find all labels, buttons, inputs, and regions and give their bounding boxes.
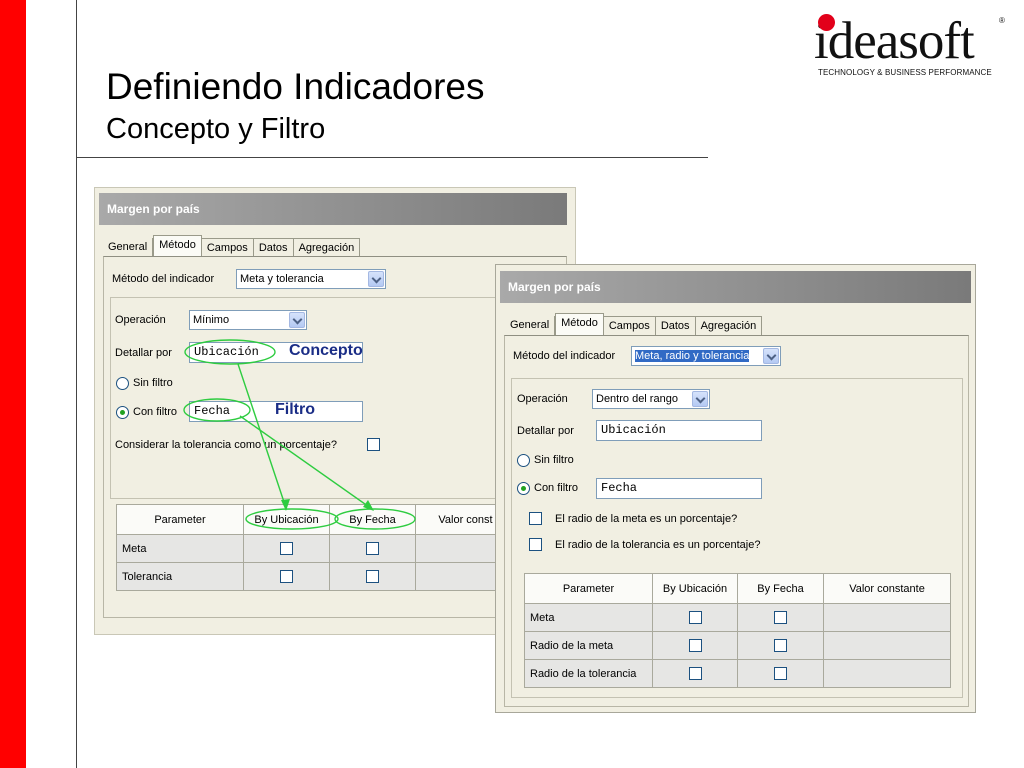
tab-datos[interactable]: Datos xyxy=(655,316,696,335)
no-filter-radio[interactable] xyxy=(517,454,530,467)
by-fecha-checkbox[interactable] xyxy=(774,639,787,652)
dialog-panel-2: Margen por país General Método Campos Da… xyxy=(495,264,976,713)
highlight-fecha-input xyxy=(183,398,251,422)
tolerance-radius-pct-checkbox[interactable] xyxy=(529,538,542,551)
by-ubicacion-checkbox[interactable] xyxy=(688,639,702,652)
method-select-value: Meta, radio y tolerancia xyxy=(635,350,750,362)
detail-label: Detallar por xyxy=(517,425,574,437)
chevron-down-icon[interactable] xyxy=(763,348,779,364)
operation-label: Operación xyxy=(517,393,568,405)
method-options-group: Operación Dentro del rango Detallar por … xyxy=(511,378,963,698)
by-ubicacion-checkbox[interactable] xyxy=(688,667,702,680)
valor-cell[interactable] xyxy=(823,603,951,632)
highlight-ubicacion-input xyxy=(184,339,276,365)
table-row: Radio de la tolerancia xyxy=(524,659,951,688)
col-header-by-fecha: By Fecha xyxy=(737,573,824,604)
valor-cell[interactable] xyxy=(823,631,951,660)
arrow-filter-to-header xyxy=(239,415,373,510)
with-filter-radio[interactable] xyxy=(517,482,530,495)
table-row: Radio de la meta xyxy=(524,631,951,660)
col-header-valor-constante: Valor constante xyxy=(823,573,951,604)
filter-input[interactable]: Fecha xyxy=(596,478,762,499)
col-header-by-ubicacion: By Ubicación xyxy=(652,573,738,604)
chevron-down-icon[interactable] xyxy=(692,391,708,407)
goal-radius-pct-checkbox[interactable] xyxy=(529,512,542,525)
tab-content: Método del indicador Meta, radio y toler… xyxy=(504,335,969,707)
operation-select[interactable]: Dentro del rango xyxy=(592,389,710,409)
valor-cell[interactable] xyxy=(823,659,951,688)
tab-metodo[interactable]: Método xyxy=(555,313,604,335)
tolerance-radius-pct-label: El radio de la tolerancia es un porcenta… xyxy=(555,539,761,551)
tab-strip: General Método Campos Datos Agregación xyxy=(505,313,763,335)
row-name: Meta xyxy=(524,603,653,632)
with-filter-label: Con filtro xyxy=(534,482,579,494)
row-name: Radio de la meta xyxy=(524,631,653,660)
operation-select-value: Dentro del rango xyxy=(596,393,678,405)
row-name: Radio de la tolerancia xyxy=(524,659,653,688)
parameter-table: Parameter By Ubicación By Fecha Valor co… xyxy=(524,573,951,688)
arrow-concept-to-header xyxy=(237,363,287,509)
highlight-by-fecha-header xyxy=(334,508,416,530)
tab-agregacion[interactable]: Agregación xyxy=(695,316,763,335)
no-filter-label: Sin filtro xyxy=(534,454,574,466)
goal-radius-pct-label: El radio de la meta es un porcentaje? xyxy=(555,513,738,525)
method-label: Método del indicador xyxy=(513,350,616,362)
tab-general[interactable]: General xyxy=(505,316,556,335)
by-ubicacion-checkbox[interactable] xyxy=(688,611,702,624)
col-header-parameter: Parameter xyxy=(524,573,653,604)
by-fecha-checkbox[interactable] xyxy=(774,667,787,680)
by-fecha-checkbox[interactable] xyxy=(774,611,787,624)
detail-input[interactable]: Ubicación xyxy=(596,420,762,441)
dialog-title: Margen por país xyxy=(500,271,971,303)
tab-campos[interactable]: Campos xyxy=(603,316,656,335)
table-row: Meta xyxy=(524,603,951,632)
method-select[interactable]: Meta, radio y tolerancia xyxy=(631,346,781,366)
highlight-by-ubicacion-header xyxy=(245,508,339,530)
